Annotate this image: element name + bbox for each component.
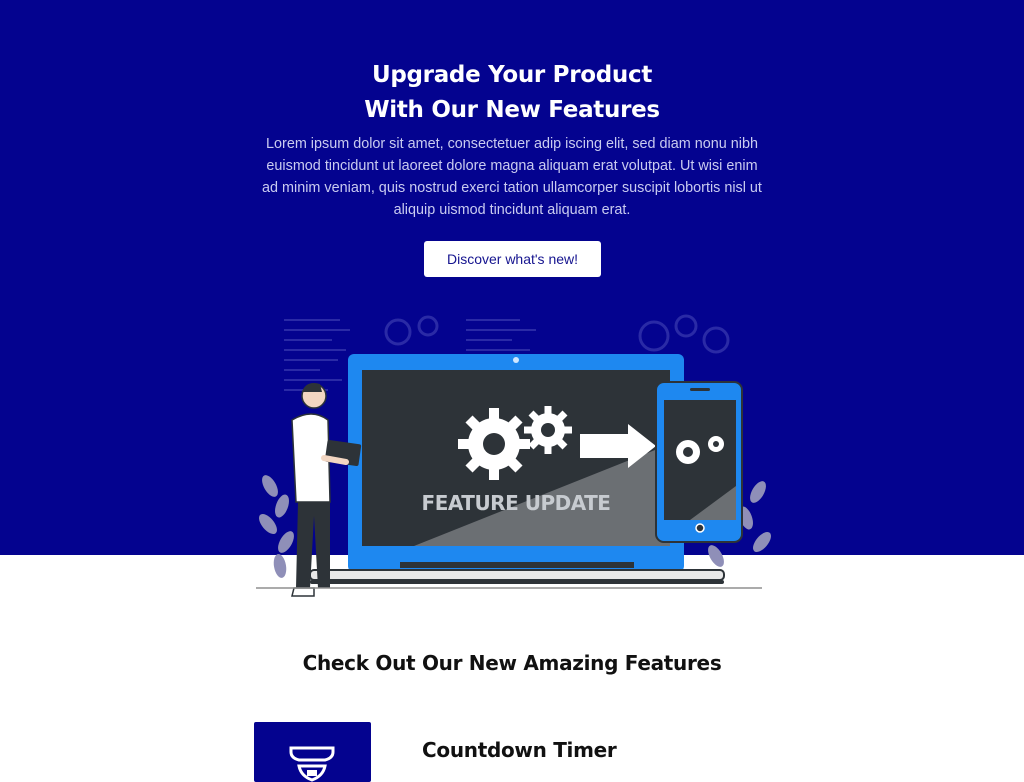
timer-icon — [289, 746, 335, 782]
features-section-title: Check Out Our New Amazing Features — [302, 651, 722, 675]
feature-update-illustration: FEATURE UPDATE — [256, 314, 771, 597]
feature-title: Countdown Timer — [422, 738, 617, 762]
discover-button[interactable]: Discover what's new! — [424, 241, 601, 277]
hero-title-line-1: Upgrade Your Product — [371, 62, 653, 88]
code-lines-left — [284, 319, 350, 391]
feature-icon-tile — [254, 722, 371, 782]
hero-title-line-2: With Our New Features — [364, 97, 660, 123]
background-gears-icon — [384, 314, 730, 354]
hero-title: Upgrade Your Product With Our New Featur… — [0, 58, 1024, 128]
code-lines-middle — [466, 319, 536, 351]
tablet-icon — [655, 381, 743, 543]
screen-caption: FEATURE UPDATE — [422, 491, 611, 515]
hero-description: Lorem ipsum dolor sit amet, consectetuer… — [262, 136, 762, 218]
